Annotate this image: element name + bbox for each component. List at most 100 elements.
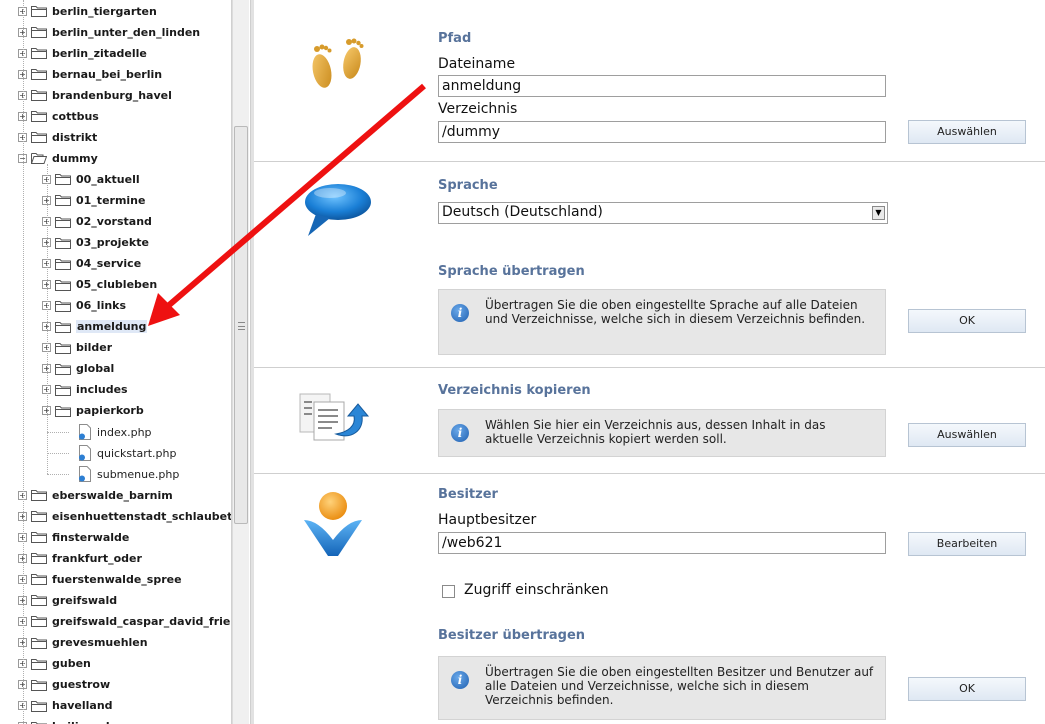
info-icon: i bbox=[451, 671, 469, 689]
info-icon: i bbox=[451, 424, 469, 442]
owner-transfer-text: Übertragen Sie die oben eingestellten Be… bbox=[485, 665, 874, 707]
main-owner-label: Hauptbesitzer bbox=[438, 512, 537, 528]
tree-item-label: greifswald_caspar_david_frie bbox=[52, 614, 231, 628]
tree-folder-item[interactable]: + frankfurt_oder bbox=[18, 548, 142, 568]
tree-folder-item[interactable]: + brandenburg_havel bbox=[18, 85, 172, 105]
tree-folder-item[interactable]: + papierkorb bbox=[42, 401, 144, 421]
tree-folder-item[interactable]: + eisenhuettenstadt_schlaubeta bbox=[18, 506, 232, 526]
tree-folder-item[interactable]: + berlin_tiergarten bbox=[18, 1, 157, 21]
folder-icon bbox=[55, 384, 71, 396]
tree-item-label: eisenhuettenstadt_schlaubeta bbox=[52, 509, 232, 523]
tree-item-label: greifswald bbox=[52, 593, 118, 607]
tree-file-item[interactable]: quickstart.php bbox=[78, 443, 176, 463]
tree-item-label: havelland bbox=[52, 699, 113, 713]
language-transfer-title: Sprache übertragen bbox=[438, 264, 585, 279]
choose-directory-button[interactable]: Auswählen bbox=[908, 120, 1026, 144]
tree-folder-item[interactable]: + fuerstenwalde_spree bbox=[18, 569, 182, 589]
language-transfer-info: i Übertragen Sie die oben eingestellte S… bbox=[438, 289, 886, 355]
tree-folder-item[interactable]: +04_service bbox=[42, 254, 141, 274]
scrollbar-thumb[interactable] bbox=[234, 126, 248, 524]
tree-folder-item[interactable]: + anmeldung bbox=[42, 317, 148, 337]
folder-icon bbox=[55, 321, 71, 333]
directory-label: Verzeichnis bbox=[438, 101, 518, 117]
filename-input[interactable] bbox=[438, 75, 886, 97]
copy-directory-info: i Wählen Sie hier ein Verzeichnis aus, d… bbox=[438, 409, 886, 457]
tree-folder-item[interactable]: + berlin_zitadelle bbox=[18, 43, 147, 63]
tree-folder-item[interactable]: + guben bbox=[18, 654, 91, 674]
owner-transfer-info: i Übertragen Sie die oben eingestellten … bbox=[438, 656, 886, 720]
tree-folder-item[interactable]: + finsterwalde bbox=[18, 527, 129, 547]
tree-item-label: grevesmuehlen bbox=[52, 636, 148, 649]
restrict-access-checkbox[interactable] bbox=[442, 585, 455, 598]
tree-folder-item[interactable]: + cottbus bbox=[18, 106, 99, 126]
tree-item-label: berlin_zitadelle bbox=[52, 46, 147, 60]
folder-icon bbox=[31, 679, 47, 691]
folder-icon bbox=[55, 173, 71, 186]
tree-folder-item[interactable]: +06_links bbox=[42, 296, 126, 316]
restrict-access-label: Zugriff einschränken bbox=[464, 582, 609, 598]
folder-icon bbox=[31, 594, 47, 607]
tree-folder-item[interactable]: + guestrow bbox=[18, 675, 110, 695]
tree-folder-item[interactable]: + havelland bbox=[18, 696, 113, 716]
tree-item-label: berlin_tiergarten bbox=[52, 4, 157, 18]
tree-item-label: submenue.php bbox=[97, 467, 180, 481]
tree-item-label: index.php bbox=[97, 425, 152, 439]
tree-folder-item[interactable]: + eberswalde_barnim bbox=[18, 485, 173, 505]
tree-folder-item[interactable]: − dummy bbox=[18, 148, 98, 168]
tree-folder-item[interactable]: +03_projekte bbox=[42, 233, 149, 253]
tree-folder-item[interactable]: +02_vorstand bbox=[42, 212, 152, 232]
chevron-down-icon[interactable]: ▼ bbox=[872, 206, 885, 220]
tree-scrollbar[interactable] bbox=[232, 0, 249, 724]
folder-icon bbox=[55, 216, 71, 228]
tree-item-label: berlin_unter_den_linden bbox=[52, 25, 201, 39]
main-owner-input[interactable] bbox=[438, 532, 886, 554]
copy-directory-title: Verzeichnis kopieren bbox=[438, 383, 591, 398]
owner-ok-button[interactable]: OK bbox=[908, 677, 1026, 701]
language-select[interactable]: Deutsch (Deutschland) ▼ bbox=[438, 202, 888, 224]
tree-folder-item[interactable]: + includes bbox=[42, 380, 128, 400]
tree-item-label: 05_clubleben bbox=[76, 278, 158, 292]
copy-document-icon bbox=[299, 393, 370, 441]
path-section: Pfad Dateiname Verzeichnis Auswählen bbox=[254, 0, 1045, 162]
folder-icon bbox=[31, 489, 47, 502]
tree-folder-item[interactable]: + distrikt bbox=[18, 127, 97, 147]
tree-item-label: dummy bbox=[52, 151, 98, 165]
tree-folder-item[interactable]: + greifswald_caspar_david_frie bbox=[18, 611, 230, 631]
folder-icon bbox=[31, 47, 47, 60]
copy-directory-choose-button[interactable]: Auswählen bbox=[908, 423, 1026, 447]
tree-folder-item[interactable]: +heiligendamm bbox=[18, 717, 140, 724]
copy-directory-text: Wählen Sie hier ein Verzeichnis aus, des… bbox=[485, 418, 826, 446]
tree-item-label: heiligendamm bbox=[52, 720, 140, 724]
directory-tree: + berlin_tiergarten + berlin_unter_den_lind… bbox=[0, 0, 232, 724]
tree-folder-item[interactable]: +05_clubleben bbox=[42, 275, 157, 295]
folder-icon bbox=[55, 258, 71, 270]
user-icon bbox=[304, 492, 362, 556]
tree-item-label: 04_service bbox=[76, 257, 142, 271]
folder-icon bbox=[55, 194, 71, 207]
tree-folder-item[interactable]: + berlin_unter_den_linden bbox=[18, 22, 200, 42]
folder-icon bbox=[55, 300, 71, 312]
folder-icon bbox=[31, 131, 47, 144]
directory-input[interactable] bbox=[438, 121, 886, 143]
tree-item-label: anmeldung bbox=[76, 320, 148, 334]
owner-edit-button[interactable]: Bearbeiten bbox=[908, 532, 1026, 556]
tree-folder-item[interactable]: + greifswald bbox=[18, 590, 117, 610]
folder-icon bbox=[31, 89, 47, 102]
tree-folder-item[interactable]: +01_termine bbox=[42, 190, 145, 210]
folder-icon bbox=[31, 552, 47, 565]
tree-folder-item[interactable]: +00_aktuell bbox=[42, 169, 140, 189]
language-ok-button[interactable]: OK bbox=[908, 309, 1026, 333]
tree-item-label: fuerstenwalde_spree bbox=[52, 572, 182, 586]
tree-folder-item[interactable]: + bilder bbox=[42, 338, 112, 358]
tree-file-item[interactable]: index.php bbox=[78, 422, 152, 442]
folder-icon bbox=[31, 68, 47, 81]
tree-item-label: quickstart.php bbox=[97, 446, 177, 460]
tree-folder-item[interactable]: + bernau_bei_berlin bbox=[18, 64, 162, 84]
folder-icon bbox=[31, 531, 47, 544]
tree-folder-item[interactable]: + global bbox=[42, 359, 114, 379]
tree-file-item[interactable]: submenue.php bbox=[78, 464, 179, 484]
folder-icon bbox=[31, 573, 47, 586]
tree-folder-item[interactable]: + grevesmuehlen bbox=[18, 633, 148, 653]
tree-item-label: eberswalde_barnim bbox=[52, 488, 173, 502]
folder-icon bbox=[55, 363, 71, 375]
